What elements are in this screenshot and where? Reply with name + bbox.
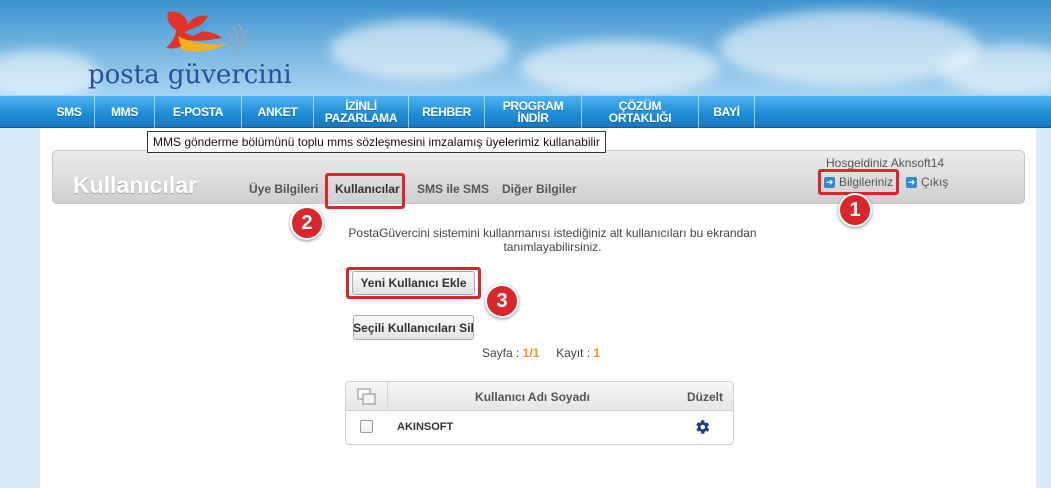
step-badge-3: 3 [485, 284, 519, 318]
nav-item-anket[interactable]: ANKET [242, 96, 314, 128]
logo-text: posta güvercini [88, 60, 292, 90]
table-header: Kullanıcı Adı Soyadı Düzelt [346, 382, 733, 411]
logout-label: Çıkış [921, 175, 949, 189]
table-row: AKINSOFT [346, 412, 733, 444]
arrow-right-icon: ➜ [906, 176, 917, 188]
header-banner: posta güvercini [0, 0, 1051, 95]
nav-item-rehber[interactable]: REHBER [409, 96, 485, 128]
select-all-icon[interactable] [346, 382, 388, 411]
dove-icon [166, 11, 245, 53]
step-badge-1: 1 [838, 193, 872, 227]
gear-icon[interactable] [693, 418, 711, 436]
nav-item-sms[interactable]: SMS [44, 96, 95, 128]
tab-diger-bilgiler[interactable]: Diğer Bilgiler [502, 182, 577, 196]
user-name-cell: AKINSOFT [397, 421, 454, 433]
nav-item-label: ÇÖZÜM ORTAKLIĞI [608, 99, 672, 125]
page-value: 1/1 [522, 346, 540, 360]
column-header-name: Kullanıcı Adı Soyadı [475, 389, 590, 404]
page-title: Kullanıcılar [73, 172, 197, 198]
nav-item-program-indir[interactable]: PROGRAM İNDİR [485, 96, 582, 128]
nav-item-cozum-ortakligi[interactable]: ÇÖZÜM ORTAKLIĞI [582, 96, 699, 128]
users-table: Kullanıcı Adı Soyadı Düzelt AKINSOFT [345, 381, 734, 445]
main-nav: SMS MMS E-POSTA ANKET İZİNLİ PAZARLAMA R… [0, 95, 1051, 128]
nav-item-label: İZİNLİ PAZARLAMA [324, 99, 398, 125]
mms-tooltip: MMS gönderme bölümünü toplu mms sözleşme… [147, 131, 606, 153]
record-label: Kayıt : [556, 346, 591, 360]
column-header-edit: Düzelt [687, 389, 723, 404]
pagination-info: Sayfa : 1/1 Kayıt : 1 [482, 346, 600, 360]
logout-link[interactable]: ➜ Çıkış [906, 175, 948, 189]
delete-selected-users-button[interactable]: Seçili Kullanıcıları Sil [353, 315, 474, 340]
logo[interactable]: posta güvercini [88, 8, 308, 93]
nav-item-label: PROGRAM İNDİR [502, 99, 564, 125]
tab-sms-ile-sms[interactable]: SMS ile SMS [417, 182, 489, 196]
row-checkbox[interactable] [360, 420, 373, 433]
nav-item-bayi[interactable]: BAYİ [699, 96, 755, 128]
nav-item-mms[interactable]: MMS [95, 96, 155, 128]
tab-uye-bilgileri[interactable]: Üye Bilgileri [249, 182, 318, 196]
nav-item-eposta[interactable]: E-POSTA [155, 96, 242, 128]
highlight-kullanicilar-tab [325, 173, 405, 209]
record-value: 1 [593, 346, 601, 360]
add-user-button[interactable]: Yeni Kullanıcı Ekle [352, 271, 475, 295]
highlight-account-link [818, 169, 899, 195]
welcome-text: Hosgeldiniz Aknsoft14 [826, 156, 945, 170]
nav-item-izinli-pazarlama[interactable]: İZİNLİ PAZARLAMA [314, 96, 409, 128]
step-badge-2: 2 [290, 206, 324, 240]
page-label: Sayfa : [482, 346, 520, 360]
page-description: PostaGüvercini sistemini kullanmanısı is… [348, 226, 757, 254]
